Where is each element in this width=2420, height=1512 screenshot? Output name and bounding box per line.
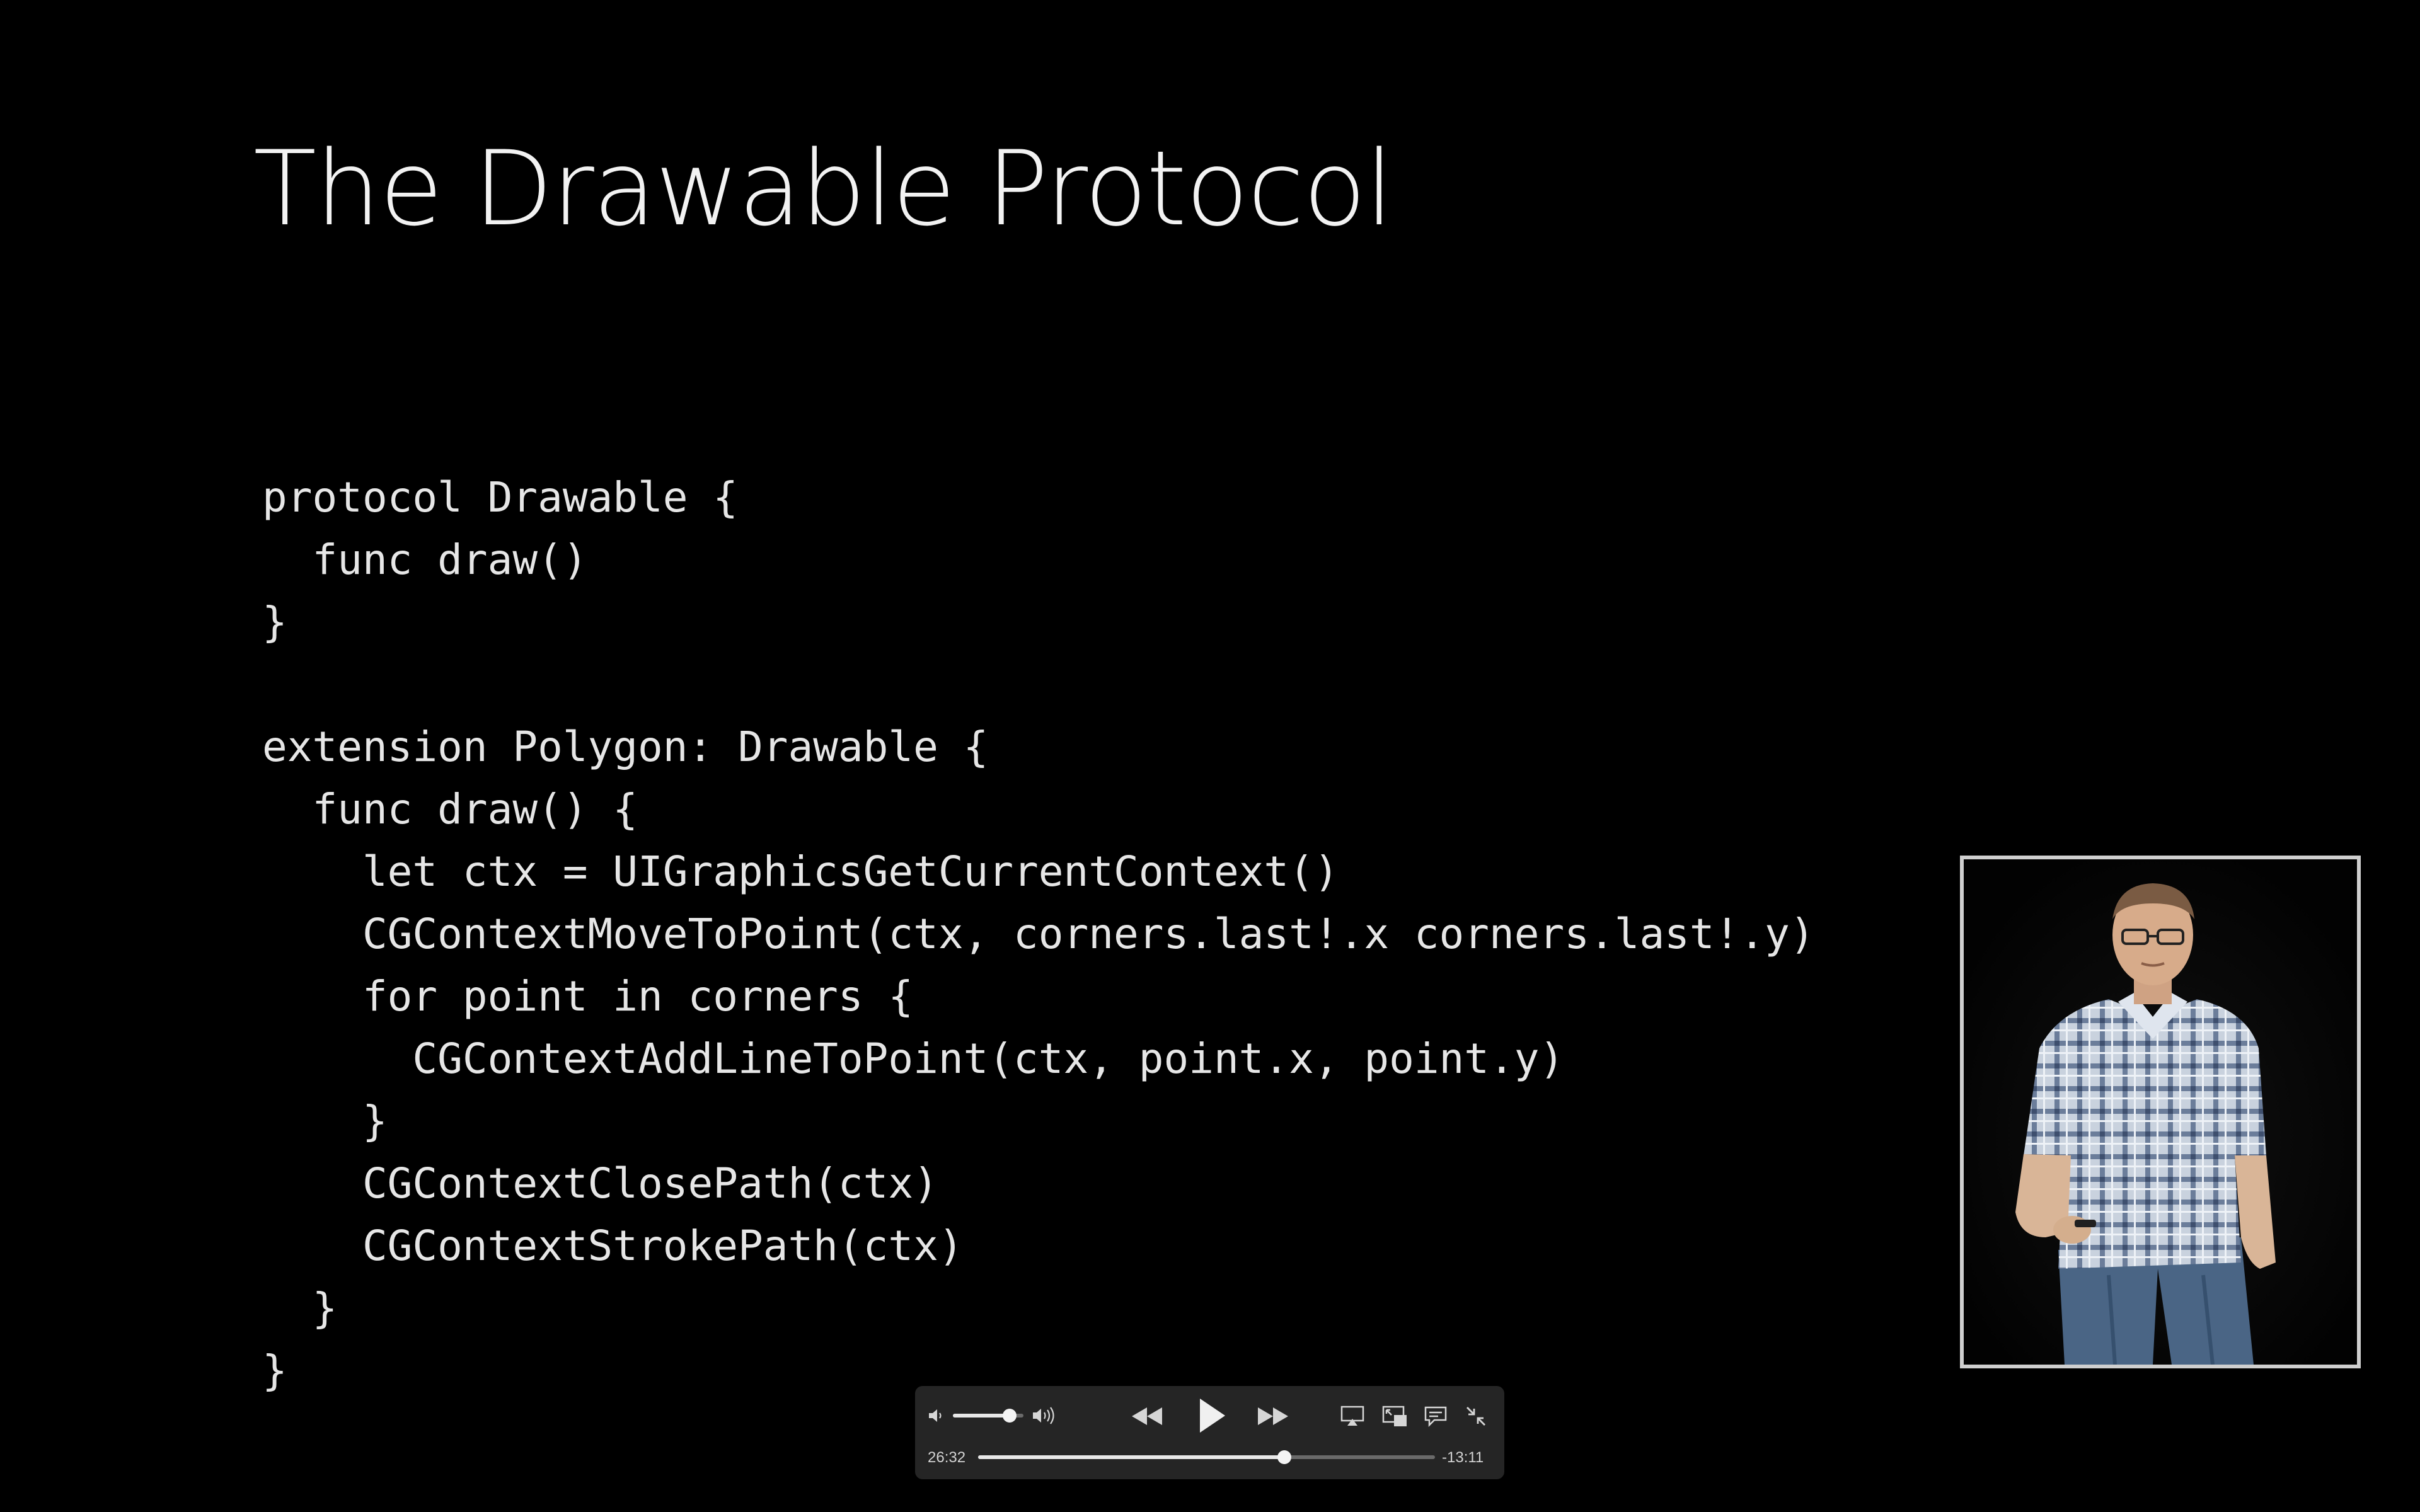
- code-line: func draw(): [262, 536, 588, 584]
- volume-slider-knob[interactable]: [1002, 1409, 1017, 1423]
- code-block: protocol Drawable { func draw()} extensio…: [262, 466, 1815, 1402]
- playback-progress-fill: [978, 1455, 1284, 1459]
- presenter-figure: [1964, 859, 2357, 1365]
- rewind-icon[interactable]: [1128, 1402, 1166, 1430]
- speaker-high-icon[interactable]: [1031, 1405, 1059, 1426]
- play-icon[interactable]: [1192, 1395, 1230, 1436]
- code-line: func draw() {: [262, 785, 638, 833]
- code-line: }: [262, 1097, 388, 1145]
- subtitles-icon-glyph: [1424, 1406, 1447, 1428]
- presenter-video: [1960, 856, 2361, 1368]
- remaining-time: -13:11: [1442, 1449, 1484, 1466]
- playback-scrubber-knob[interactable]: [1277, 1450, 1291, 1464]
- volume-slider-fill: [953, 1414, 1010, 1418]
- code-line: CGContextClosePath(ctx): [262, 1159, 938, 1208]
- code-line: for point in corners {: [262, 972, 914, 1021]
- code-line: extension Polygon: Drawable {: [262, 723, 989, 771]
- exit-fullscreen-icon[interactable]: [1463, 1404, 1489, 1429]
- picture-in-picture-icon-glyph: [1382, 1406, 1407, 1426]
- elapsed-time: 26:32: [928, 1449, 966, 1466]
- code-line: }: [262, 1284, 338, 1332]
- code-line: }: [262, 598, 287, 646]
- exit-fullscreen-icon-glyph: [1466, 1407, 1485, 1426]
- code-line: protocol Drawable {: [262, 473, 738, 522]
- code-line: CGContextStrokePath(ctx): [262, 1222, 964, 1270]
- fast-forward-icon[interactable]: [1254, 1402, 1292, 1430]
- airplay-icon[interactable]: [1340, 1405, 1365, 1428]
- video-player-screen[interactable]: The Drawable Protocol protocol Drawable …: [0, 0, 2420, 1512]
- fast-forward-icon-glyph: [1258, 1407, 1288, 1425]
- play-icon-glyph: [1200, 1399, 1225, 1433]
- rewind-icon-glyph: [1132, 1407, 1162, 1425]
- video-controls-bar[interactable]: 26:32 -13:11: [915, 1386, 1504, 1479]
- code-line: CGContextAddLineToPoint(ctx, point.x, po…: [262, 1034, 1565, 1083]
- code-line: let ctx = UIGraphicsGetCurrentContext(): [262, 847, 1339, 896]
- speaker-low-icon-glyph: [929, 1409, 942, 1422]
- airplay-icon-glyph: [1340, 1406, 1364, 1426]
- speaker-low-icon[interactable]: [926, 1406, 945, 1425]
- playback-scrubber[interactable]: [978, 1450, 1435, 1464]
- subtitles-icon[interactable]: [1423, 1405, 1448, 1428]
- code-line: CGContextMoveToPoint(ctx, corners.last!.…: [262, 910, 1815, 958]
- slide-title: The Drawable Protocol: [253, 129, 1394, 249]
- volume-slider[interactable]: [953, 1409, 1023, 1423]
- picture-in-picture-icon[interactable]: [1381, 1405, 1408, 1428]
- speaker-high-icon-glyph: [1033, 1407, 1054, 1424]
